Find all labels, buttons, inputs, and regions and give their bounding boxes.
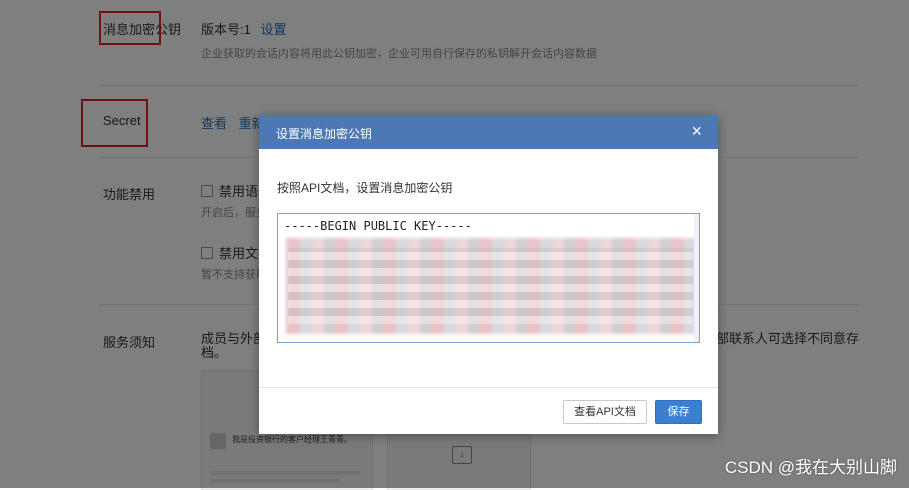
set-key-dialog: 设置消息加密公钥 × 按照API文档，设置消息加密公钥 -----BEGIN P… [259,115,718,434]
dialog-header: 设置消息加密公钥 × [259,115,718,149]
redacted-key-overlay [288,248,693,324]
key-first-line: -----BEGIN PUBLIC KEY----- [284,219,472,233]
close-icon[interactable]: × [691,121,702,141]
settings-page: 消息加密公钥 版本号:1 设置 企业获取的会话内容将用此公钥加密，企业可用自行保… [0,0,909,490]
save-button[interactable]: 保存 [655,400,702,424]
dialog-title: 设置消息加密公钥 [276,127,373,141]
dialog-description: 按照API文档，设置消息加密公钥 [277,181,453,195]
dialog-footer-divider [259,387,718,388]
watermark: CSDN @我在大别山脚 [724,458,897,477]
textarea-scrollbar[interactable] [694,214,699,342]
view-api-doc-button[interactable]: 查看API文档 [563,400,647,424]
public-key-textarea[interactable]: -----BEGIN PUBLIC KEY----- [277,213,700,343]
